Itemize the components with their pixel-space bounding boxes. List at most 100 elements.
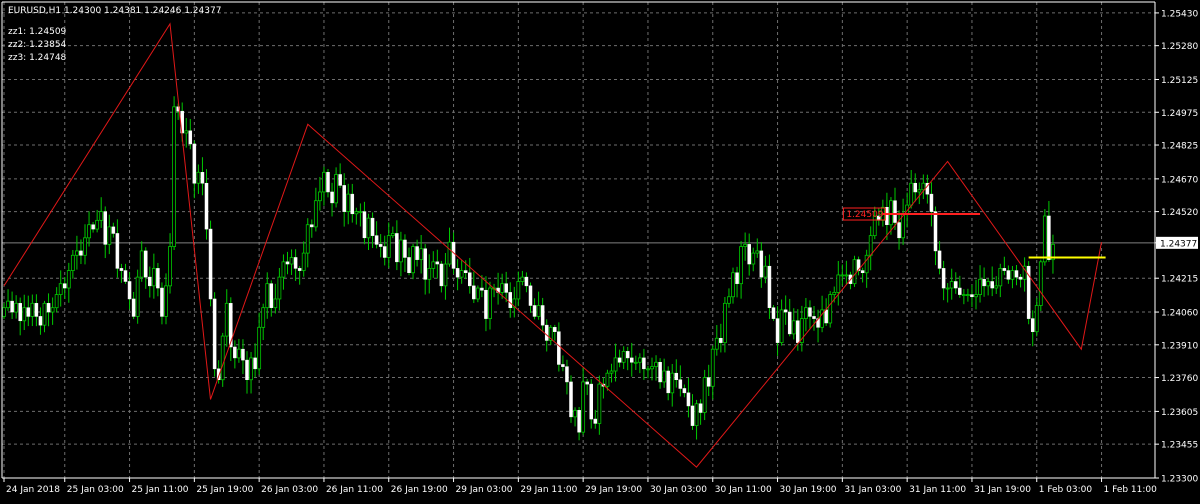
candle-bull[interactable] bbox=[431, 261, 436, 269]
candle-bear[interactable] bbox=[771, 307, 776, 319]
candle-bear[interactable] bbox=[630, 357, 634, 363]
candle-bear[interactable] bbox=[913, 182, 917, 193]
candle-bear[interactable] bbox=[338, 174, 342, 186]
candle-bull[interactable] bbox=[609, 370, 614, 374]
candle-bear[interactable] bbox=[893, 200, 897, 223]
candle-bull[interactable] bbox=[998, 267, 1003, 287]
candle-bear[interactable] bbox=[787, 311, 792, 335]
candle-bull[interactable] bbox=[621, 350, 626, 363]
candle-bear[interactable] bbox=[954, 281, 958, 289]
candle-bull[interactable] bbox=[249, 357, 253, 381]
candle-bear[interactable] bbox=[589, 383, 593, 420]
candle-bull[interactable] bbox=[852, 259, 857, 285]
candle-bull[interactable] bbox=[366, 217, 371, 239]
candle-bull[interactable] bbox=[334, 174, 339, 204]
candle-bear[interactable] bbox=[439, 263, 444, 287]
candle-bull[interactable] bbox=[917, 189, 922, 193]
candle-bull[interactable] bbox=[386, 235, 391, 258]
candle-bull[interactable] bbox=[313, 200, 318, 228]
candle-bull[interactable] bbox=[694, 403, 699, 426]
candle-bear[interactable] bbox=[982, 279, 986, 287]
candle-bull[interactable] bbox=[66, 270, 71, 289]
candle-bull[interactable] bbox=[22, 307, 27, 322]
candle-bear[interactable] bbox=[937, 250, 942, 269]
candle-bear[interactable] bbox=[451, 241, 456, 269]
candle-bull[interactable] bbox=[277, 276, 282, 300]
candle-bear[interactable] bbox=[79, 250, 83, 256]
candle-bull[interactable] bbox=[710, 348, 715, 387]
candle-bull[interactable] bbox=[2, 307, 6, 317]
candle-bull[interactable] bbox=[6, 300, 10, 309]
candle-bear[interactable] bbox=[759, 250, 764, 278]
candle-bull[interactable] bbox=[261, 307, 266, 328]
candle-bear[interactable] bbox=[38, 316, 43, 326]
candle-bull[interactable] bbox=[273, 298, 278, 309]
candle-bear[interactable] bbox=[557, 331, 561, 365]
candle-bull[interactable] bbox=[301, 252, 306, 271]
candle-bull[interactable] bbox=[949, 281, 954, 289]
candle-bull[interactable] bbox=[727, 296, 731, 304]
candle-bull[interactable] bbox=[265, 283, 270, 309]
candle-bull[interactable] bbox=[945, 287, 950, 290]
candle-bear[interactable] bbox=[403, 239, 407, 258]
candle-bear[interactable] bbox=[18, 303, 22, 322]
candle-bull[interactable] bbox=[1034, 305, 1039, 333]
candle-bear[interactable] bbox=[484, 289, 488, 319]
candle-bear[interactable] bbox=[642, 357, 646, 370]
candle-bull[interactable] bbox=[573, 409, 577, 418]
candle-bull[interactable] bbox=[50, 307, 55, 313]
candle-bear[interactable] bbox=[382, 246, 387, 258]
candle-bull[interactable] bbox=[151, 267, 156, 287]
candle-bull[interactable] bbox=[172, 106, 177, 247]
candle-bear[interactable] bbox=[958, 287, 962, 295]
candle-bear[interactable] bbox=[617, 357, 622, 363]
candle-bear[interactable] bbox=[463, 270, 468, 274]
candle-bull[interactable] bbox=[14, 302, 19, 313]
candle-bull[interactable] bbox=[828, 294, 833, 324]
candle-bear[interactable] bbox=[929, 193, 934, 212]
candle-bull[interactable] bbox=[305, 224, 310, 254]
candle-bear[interactable] bbox=[26, 307, 31, 317]
candle-bull[interactable] bbox=[779, 309, 784, 344]
candle-bull[interactable] bbox=[317, 191, 322, 202]
candle-bear[interactable] bbox=[10, 300, 14, 313]
candle-bull[interactable] bbox=[475, 287, 480, 300]
candle-bear[interactable] bbox=[941, 268, 946, 289]
candle-bear[interactable] bbox=[156, 268, 160, 289]
candle-bull[interactable] bbox=[224, 302, 229, 337]
candle-bull[interactable] bbox=[87, 224, 91, 239]
candle-bull[interactable] bbox=[164, 285, 168, 317]
candle-bull[interactable] bbox=[755, 250, 760, 254]
candle-bear[interactable] bbox=[127, 281, 132, 300]
candle-bear[interactable] bbox=[528, 285, 533, 306]
candle-bull[interactable] bbox=[1038, 261, 1043, 306]
candle-bear[interactable] bbox=[796, 320, 800, 343]
candle-bear[interactable] bbox=[585, 381, 589, 385]
candle-bear[interactable] bbox=[775, 318, 780, 343]
candle-bull[interactable] bbox=[427, 267, 432, 280]
candle-bull[interactable] bbox=[731, 272, 735, 298]
candle-bull[interactable] bbox=[974, 294, 978, 298]
candle-bear[interactable] bbox=[783, 309, 788, 313]
candle-bear[interactable] bbox=[212, 298, 217, 370]
candle-bull[interactable] bbox=[281, 261, 286, 278]
candle-bull[interactable] bbox=[443, 263, 448, 287]
candle-bear[interactable] bbox=[719, 338, 723, 343]
candle-bear[interactable] bbox=[480, 287, 484, 291]
candle-bull[interactable] bbox=[168, 246, 172, 287]
candle-bear[interactable] bbox=[455, 268, 460, 278]
candle-bull[interactable] bbox=[739, 246, 743, 285]
candle-bear[interactable] bbox=[747, 244, 751, 265]
candle-bull[interactable] bbox=[95, 219, 100, 230]
candle-bear[interactable] bbox=[342, 185, 346, 212]
candle-bear[interactable] bbox=[370, 217, 375, 236]
candle-bear[interactable] bbox=[188, 130, 193, 145]
candle-bear[interactable] bbox=[678, 379, 683, 389]
candle-bear[interactable] bbox=[285, 261, 290, 265]
candle-bull[interactable] bbox=[994, 285, 999, 289]
candle-bear[interactable] bbox=[63, 283, 67, 289]
candle-bear[interactable] bbox=[970, 294, 974, 298]
candle-bear[interactable] bbox=[233, 346, 237, 359]
candle-bull[interactable] bbox=[1042, 215, 1047, 263]
candle-bull[interactable] bbox=[868, 235, 873, 256]
